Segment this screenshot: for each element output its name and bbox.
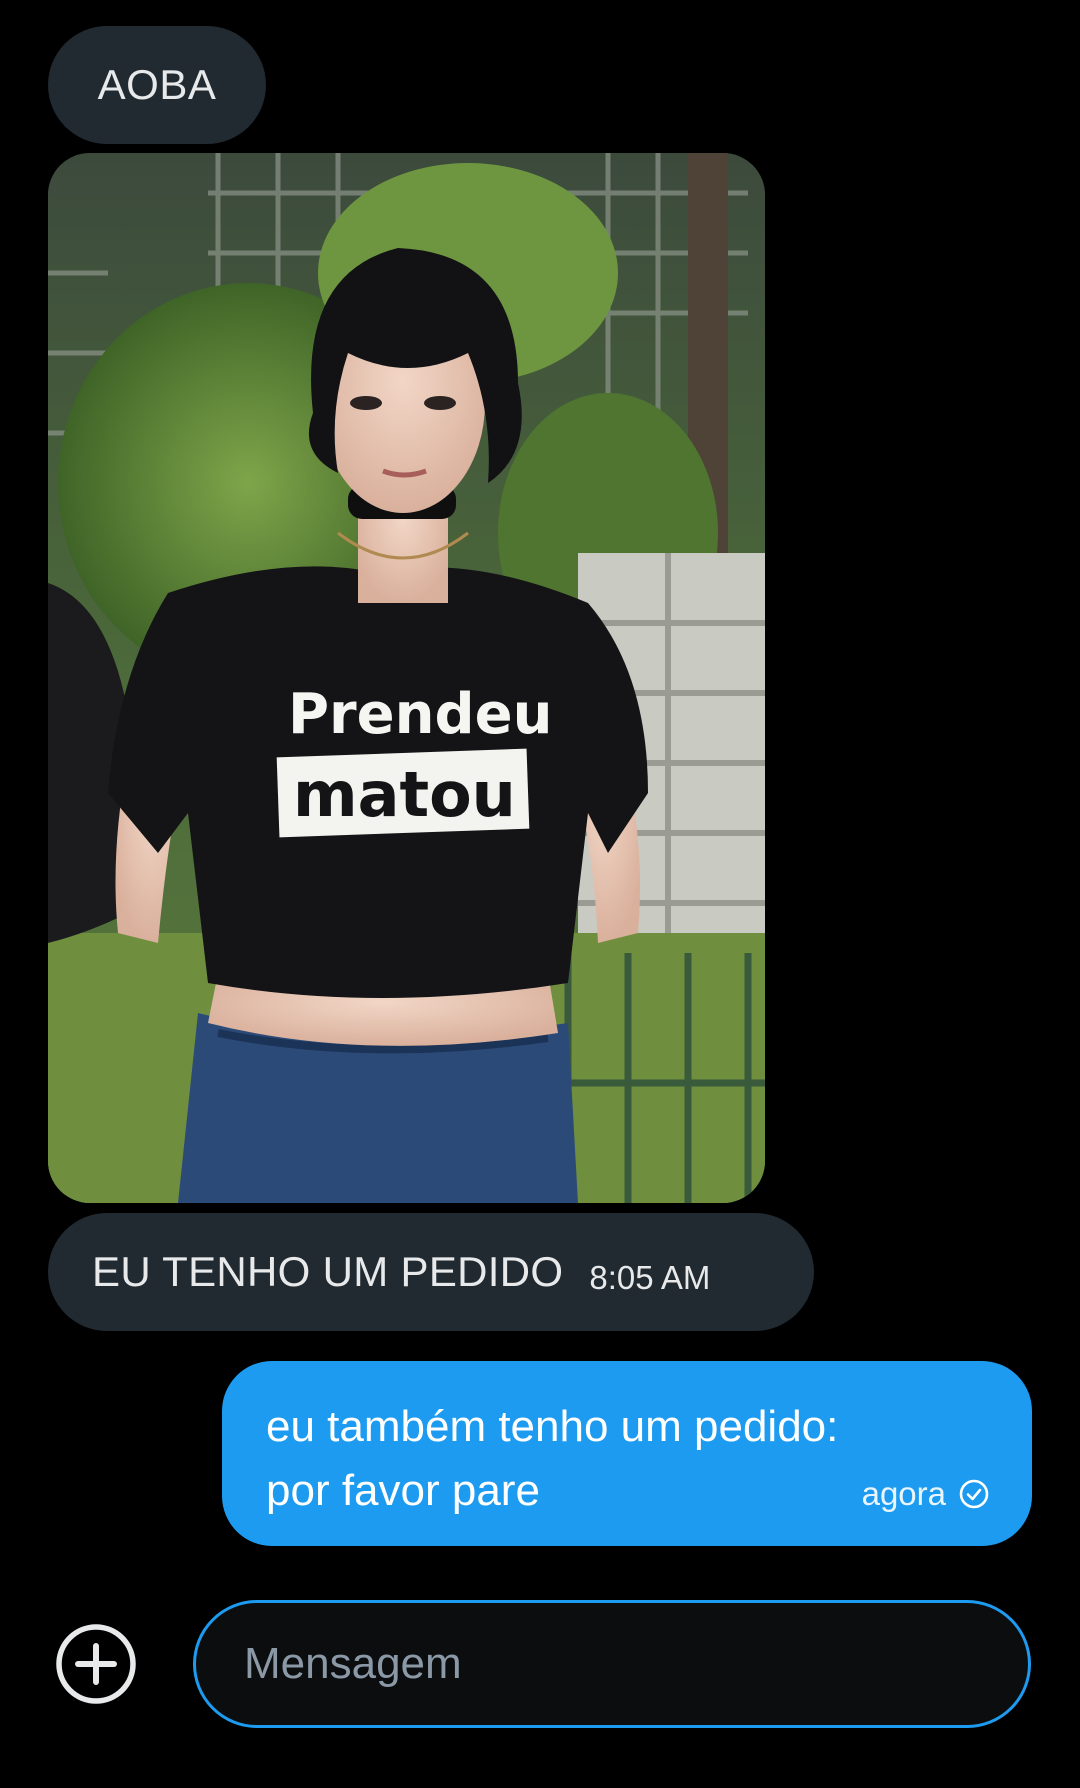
dm-conversation-screen: AOBA Prendeu matou EU TENHO UM PEDIDO 8:…	[0, 0, 1080, 1788]
message-photo[interactable]: Prendeu matou	[48, 153, 765, 1203]
message-text-line1: eu também tenho um pedido:	[266, 1402, 839, 1451]
shirt-text-line1: Prendeu	[288, 682, 552, 747]
message-text: AOBA	[97, 61, 217, 108]
photo-image: Prendeu matou	[48, 153, 765, 1203]
outgoing-message-bubble[interactable]: eu também tenho um pedido: por favor par…	[222, 1361, 1032, 1546]
check-circle-icon	[959, 1479, 989, 1509]
message-timestamp: 8:05 AM	[589, 1259, 711, 1296]
message-composer[interactable]	[193, 1600, 1031, 1728]
add-attachment-button[interactable]	[54, 1622, 138, 1706]
message-input[interactable]	[242, 1638, 966, 1690]
message-text: EU TENHO UM PEDIDO	[92, 1248, 564, 1295]
plus-circle-icon	[56, 1624, 136, 1704]
shirt-text-line2: matou	[293, 758, 516, 831]
message-timestamp: agora	[861, 1475, 946, 1512]
message-meta: agora	[862, 1475, 990, 1513]
incoming-message-bubble[interactable]: EU TENHO UM PEDIDO 8:05 AM	[48, 1213, 814, 1331]
incoming-message-bubble[interactable]: AOBA	[48, 26, 266, 144]
